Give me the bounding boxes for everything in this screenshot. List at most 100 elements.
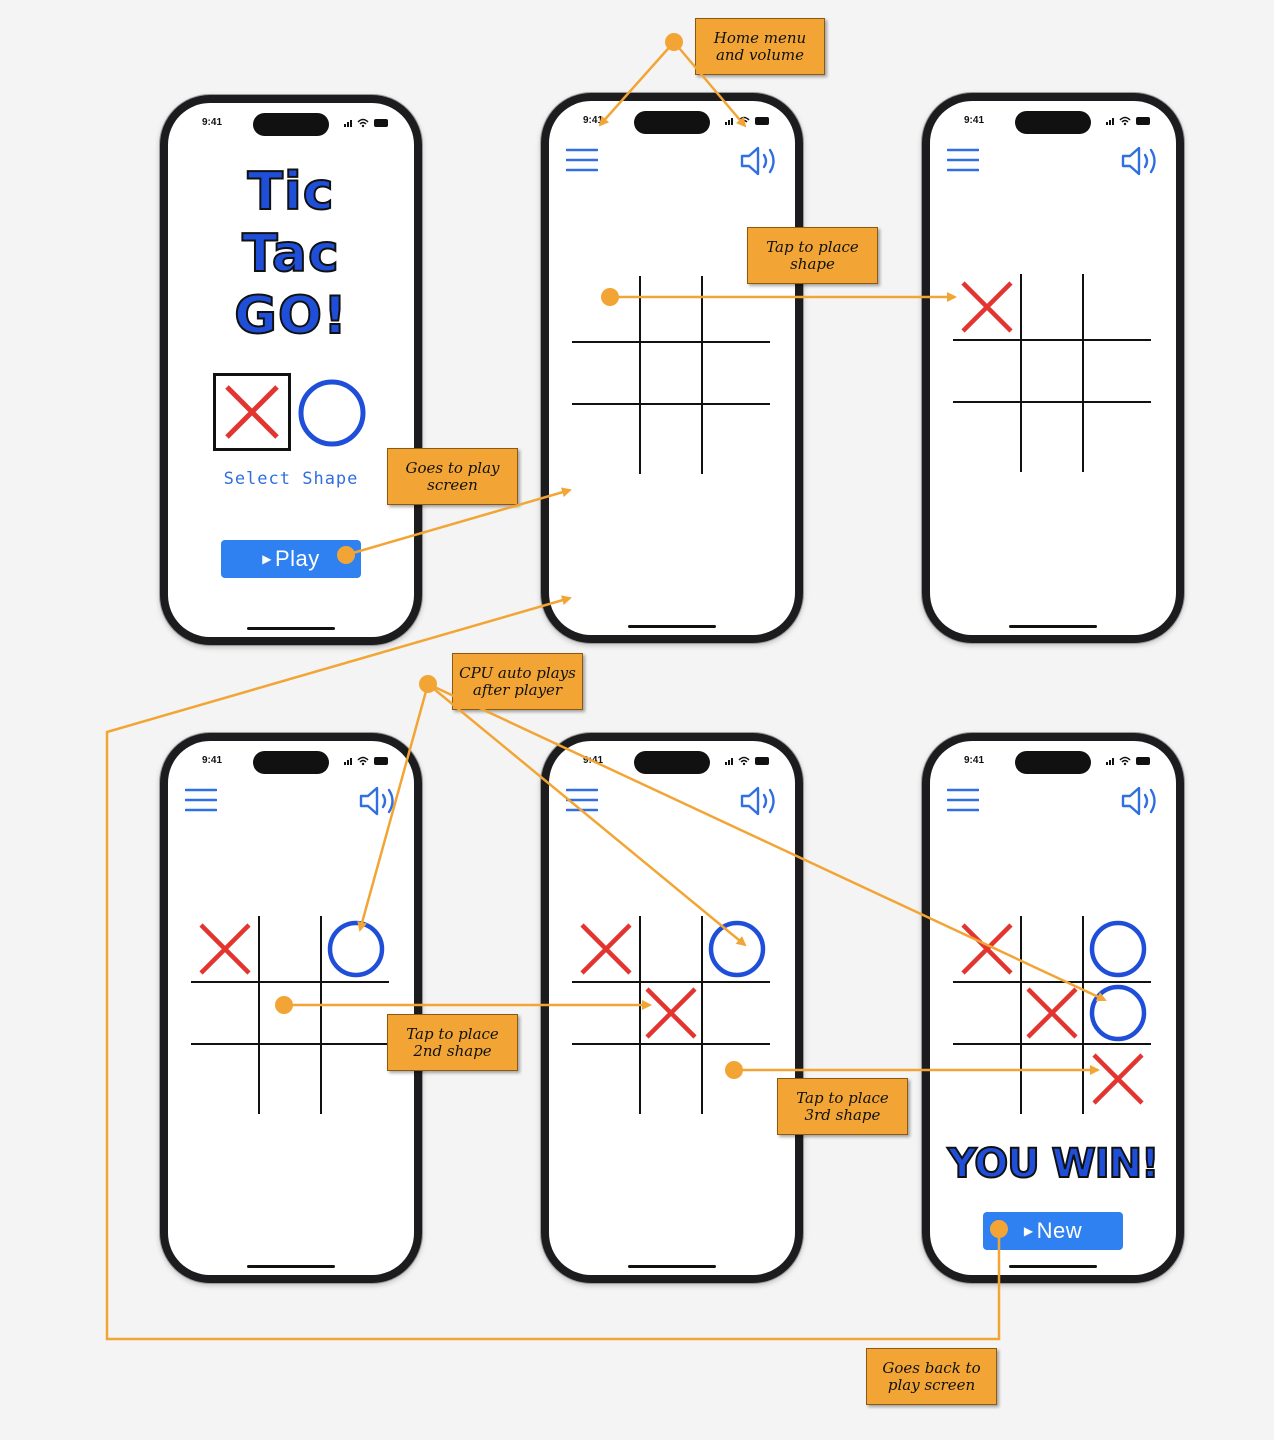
board-cell[interactable] — [707, 409, 767, 469]
status-time: 9:41 — [202, 755, 223, 766]
board-cell[interactable] — [195, 983, 255, 1043]
board-cell[interactable] — [1022, 919, 1082, 979]
dynamic-island — [634, 111, 710, 134]
board-cell[interactable] — [326, 919, 386, 979]
board-cell[interactable] — [641, 919, 701, 979]
board-cell[interactable] — [957, 341, 1017, 401]
status-icons — [344, 118, 388, 128]
board-cell[interactable] — [641, 279, 701, 339]
board-cell[interactable] — [641, 409, 701, 469]
game-screen: 9:41 — [549, 101, 795, 635]
title-line-2: Tac — [241, 223, 340, 285]
board-cell[interactable] — [576, 409, 636, 469]
volume-icon[interactable] — [739, 785, 783, 817]
game-title: Tic Tac GO! — [168, 161, 414, 347]
game-board — [953, 274, 1151, 472]
play-triangle-icon: ▶ — [1023, 1224, 1034, 1238]
volume-icon[interactable] — [1120, 145, 1164, 177]
dynamic-island — [634, 751, 710, 774]
menu-icon[interactable] — [947, 787, 979, 813]
title-line-3: GO! — [233, 285, 348, 347]
menu-icon[interactable] — [566, 787, 598, 813]
board-cell[interactable] — [957, 1049, 1017, 1109]
shape-option-x[interactable] — [213, 373, 291, 451]
board-cell[interactable] — [260, 919, 320, 979]
board-cell[interactable] — [707, 279, 767, 339]
board-cell[interactable] — [576, 343, 636, 403]
board-cell[interactable] — [707, 343, 767, 403]
shape-selector — [213, 373, 366, 451]
board-cell[interactable] — [1022, 341, 1082, 401]
board-cell[interactable] — [957, 983, 1017, 1043]
board-cell[interactable] — [707, 983, 767, 1043]
board-cell[interactable] — [326, 1049, 386, 1109]
menu-icon[interactable] — [185, 787, 217, 813]
game-screen: 9:41 — [549, 741, 795, 1275]
board-cell[interactable] — [1088, 407, 1148, 467]
o-mark-icon — [298, 379, 366, 447]
select-shape-label: Select Shape — [223, 469, 359, 489]
home-indicator — [247, 1265, 335, 1268]
phone-game-screen-4: 9:41 — [541, 733, 803, 1283]
board-cell[interactable] — [1088, 919, 1148, 979]
home-screen: 9:41 Tic Tac GO! Select Shape ▶ Play — [168, 103, 414, 637]
board-cell[interactable] — [641, 1049, 701, 1109]
volume-icon[interactable] — [739, 145, 783, 177]
note-goes-back: Goes back to play screen — [866, 1348, 997, 1405]
game-screen: 9:41 — [168, 741, 414, 1275]
phone-game-screen-2: 9:41 — [922, 93, 1184, 643]
board-cell[interactable] — [1022, 407, 1082, 467]
status-time: 9:41 — [964, 755, 985, 766]
board-cell[interactable] — [260, 1049, 320, 1109]
board-cell[interactable] — [576, 279, 636, 339]
play-button-label: Play — [274, 546, 320, 571]
dynamic-island — [253, 113, 329, 136]
phone-game-screen-5: 9:41 YOU WIN! ▶ New — [922, 733, 1184, 1283]
home-indicator — [1009, 625, 1097, 628]
play-button[interactable]: ▶ Play — [221, 540, 361, 578]
board-cell[interactable] — [326, 983, 386, 1043]
board-cell[interactable] — [641, 343, 701, 403]
home-indicator — [1009, 1265, 1097, 1268]
status-icons — [344, 756, 388, 766]
board-cell[interactable] — [576, 1049, 636, 1109]
menu-icon[interactable] — [566, 147, 598, 173]
status-time: 9:41 — [964, 115, 985, 126]
volume-icon[interactable] — [1120, 785, 1164, 817]
note-cpu-auto-plays: CPU auto plays after player — [452, 653, 583, 710]
board-cell[interactable] — [1088, 277, 1148, 337]
board-cell[interactable] — [1022, 277, 1082, 337]
new-button-label: New — [1036, 1218, 1083, 1243]
home-indicator — [247, 627, 335, 630]
home-indicator — [628, 625, 716, 628]
board-cell[interactable] — [1088, 983, 1148, 1043]
status-time: 9:41 — [202, 117, 223, 128]
dynamic-island — [253, 751, 329, 774]
board-cell[interactable] — [1088, 341, 1148, 401]
menu-icon[interactable] — [947, 147, 979, 173]
game-screen: 9:41 YOU WIN! ▶ New — [930, 741, 1176, 1275]
status-icons — [725, 756, 769, 766]
phone-game-screen-1: 9:41 — [541, 93, 803, 643]
new-game-button[interactable]: ▶ New — [983, 1212, 1123, 1250]
dynamic-island — [1015, 751, 1091, 774]
game-board — [191, 916, 389, 1114]
shape-option-o[interactable] — [298, 379, 366, 447]
board-cell[interactable] — [195, 1049, 255, 1109]
board-cell[interactable] — [707, 1049, 767, 1109]
play-triangle-icon: ▶ — [262, 552, 272, 566]
x-mark-icon — [225, 385, 279, 439]
title-line-1: Tic — [246, 161, 335, 223]
dynamic-island — [1015, 111, 1091, 134]
game-board — [572, 916, 770, 1114]
status-icons — [725, 116, 769, 126]
volume-icon[interactable] — [358, 785, 402, 817]
board-cell[interactable] — [260, 983, 320, 1043]
status-icons — [1106, 116, 1150, 126]
board-cell[interactable] — [576, 983, 636, 1043]
board-cell[interactable] — [1022, 1049, 1082, 1109]
game-board — [953, 916, 1151, 1114]
board-cell[interactable] — [707, 919, 767, 979]
board-cell[interactable] — [957, 407, 1017, 467]
note-tap-place-2nd: Tap to place 2nd shape — [387, 1014, 518, 1071]
